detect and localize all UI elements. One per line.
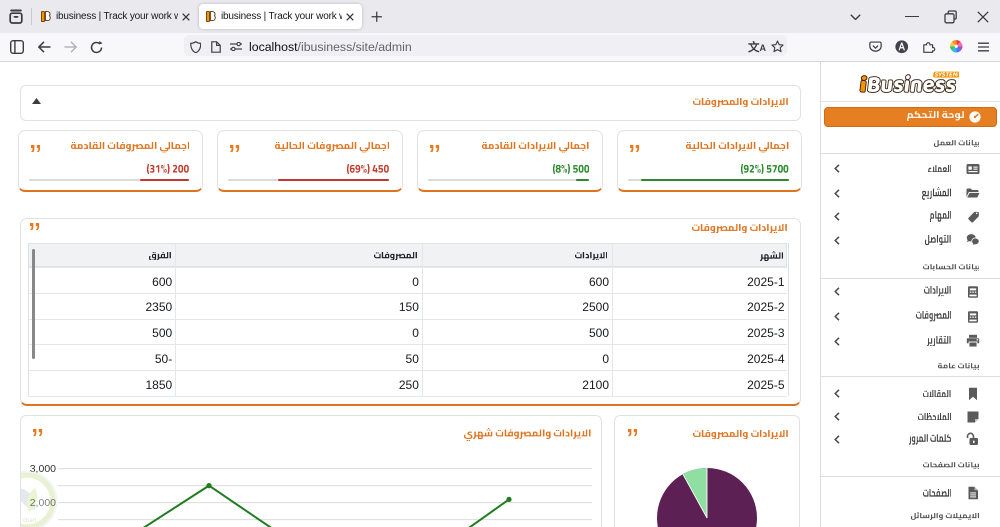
svg-text:chart: chart: [23, 518, 37, 524]
